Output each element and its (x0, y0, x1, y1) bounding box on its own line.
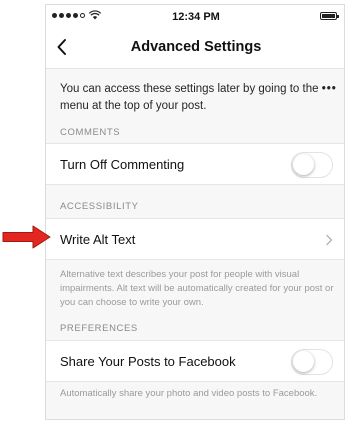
share-to-facebook-description: Automatically share your photo and video… (60, 388, 318, 399)
status-bar: 12:34 PM (46, 5, 344, 27)
share-to-facebook-row[interactable]: Share Your Posts to Facebook (46, 340, 344, 382)
more-menu-glyph: ••• (321, 83, 337, 95)
section-header-accessibility: ACCESSIBILITY (60, 201, 139, 212)
intro-text-end: menu at the top of your post. (60, 100, 207, 112)
share-to-facebook-toggle[interactable] (291, 349, 333, 375)
navigation-bar: Advanced Settings (46, 27, 344, 69)
alt-text-description: Alternative text describes your post for… (60, 269, 334, 308)
write-alt-text-row[interactable]: Write Alt Text (46, 218, 344, 260)
share-to-facebook-label: Share Your Posts to Facebook (60, 354, 236, 369)
battery-icon (320, 12, 339, 20)
page-title: Advanced Settings (130, 39, 262, 55)
turn-off-commenting-label: Turn Off Commenting (60, 157, 185, 172)
status-time: 12:34 PM (172, 11, 220, 23)
write-alt-text-label: Write Alt Text (60, 232, 136, 247)
phone-screen: 12:34 PM Advanced Settings You can acces… (45, 4, 345, 420)
turn-off-commenting-toggle[interactable] (291, 152, 333, 178)
settings-content: You can access these settings later by g… (46, 69, 344, 419)
red-arrow-icon (2, 225, 51, 249)
section-header-preferences: PREFERENCES (60, 323, 138, 334)
turn-off-commenting-row[interactable]: Turn Off Commenting (46, 143, 344, 185)
toggle-knob (293, 351, 314, 372)
toggle-knob (293, 154, 314, 175)
section-header-comments: COMMENTS (60, 127, 121, 138)
intro-text-start: You can access these settings later by g… (60, 83, 319, 95)
intro-text: You can access these settings later by g… (60, 81, 342, 115)
chevron-right-icon (326, 234, 333, 246)
